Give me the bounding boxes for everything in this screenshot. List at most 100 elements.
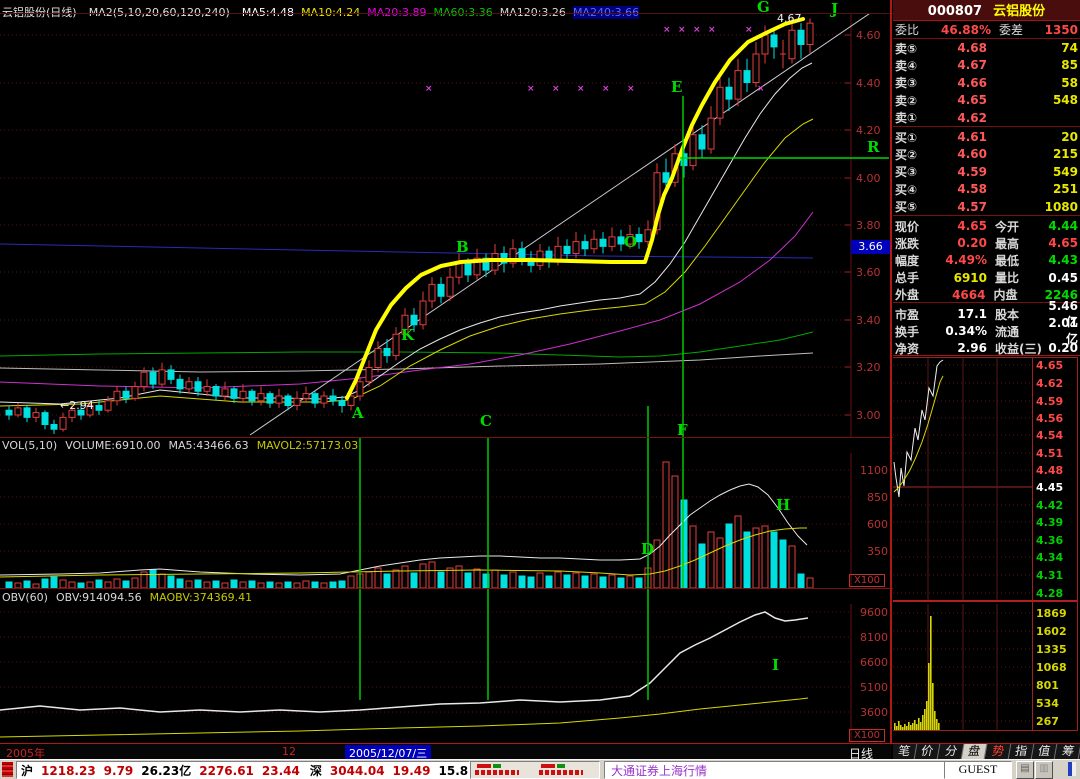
- stat-row: 现价4.65今开4.44: [895, 218, 1078, 234]
- volume-bar: [780, 540, 786, 588]
- price-axis-label: 4.00: [856, 172, 888, 185]
- border-line: [893, 20, 1080, 21]
- stat-value: 0.20: [929, 236, 987, 250]
- ask-row: 卖②4.65548: [895, 92, 1078, 108]
- bid-row: 买②4.60215: [895, 146, 1078, 162]
- stat-value: 2.96: [929, 341, 987, 355]
- panel-tab-指[interactable]: 指: [1009, 744, 1035, 759]
- panel-tab-分[interactable]: 分: [938, 744, 964, 759]
- candle-body: [798, 30, 804, 44]
- intraday-price-label: 4.45: [1036, 482, 1063, 493]
- volume-bar: [411, 573, 417, 588]
- quote-panel-title: 000807 云铝股份: [893, 0, 1080, 20]
- intraday-volume-bar: [924, 709, 926, 731]
- status-button-list[interactable]: ▥: [1035, 761, 1053, 779]
- volume-chart-canvas[interactable]: [0, 453, 893, 588]
- stat-label: 净资: [895, 340, 929, 357]
- volume-bar: [123, 581, 129, 588]
- stat-value: 4.65: [929, 219, 987, 233]
- mini-depth-box[interactable]: [470, 761, 600, 779]
- maobv-line: [0, 698, 808, 737]
- volume-bar: [699, 544, 705, 588]
- stat-label: 外盘: [895, 286, 928, 303]
- obv-axis-label: 3600: [854, 706, 888, 719]
- candle-body: [339, 401, 345, 406]
- candle-body: [321, 396, 327, 403]
- level-volume: 85: [987, 58, 1078, 72]
- price-axis-label: 3.60: [856, 266, 888, 279]
- broker-field: 大通证券上海行情: [604, 761, 948, 779]
- volume-bar: [429, 562, 435, 588]
- stat-value: 4664: [928, 288, 985, 302]
- border-line: [893, 730, 1078, 731]
- signal-x-mark: ×: [602, 85, 610, 94]
- volume-bar: [762, 526, 768, 588]
- depth-icon: [475, 770, 519, 775]
- candle-body: [555, 246, 561, 260]
- intraday-price-label: 4.31: [1036, 570, 1063, 581]
- volume-header-item: MAVOL2:57173.03: [257, 439, 359, 452]
- candle-body: [249, 391, 255, 401]
- candle-body: [564, 246, 570, 253]
- weibi-row: 委比 46.88% 委差 1350: [895, 21, 1078, 38]
- stat-label: 市盈: [895, 306, 929, 323]
- price-annotation: 4.67: [777, 13, 802, 24]
- marker-letter-O: O: [624, 235, 637, 250]
- volume-bar: [420, 564, 426, 588]
- weibi-label: 委比: [895, 21, 929, 38]
- stat-value: 0.20: [1047, 341, 1078, 355]
- volume-bar: [546, 576, 552, 588]
- depth-icon: [541, 764, 555, 768]
- panel-tab-价[interactable]: 价: [915, 744, 941, 759]
- level-price: 4.67: [929, 58, 987, 72]
- intraday-price-label: 4.62: [1036, 378, 1063, 389]
- level-volume: 1080: [987, 200, 1078, 214]
- panel-tab-盘[interactable]: 盘: [962, 744, 988, 759]
- candle-body: [456, 263, 462, 277]
- user-field: GUEST: [944, 761, 1012, 779]
- price-axis-label: 4.40: [856, 77, 888, 90]
- intraday-price-canvas[interactable]: [893, 357, 1032, 600]
- candle-body: [294, 398, 300, 405]
- obv-chart-canvas[interactable]: [0, 604, 893, 745]
- volume-bar: [438, 572, 444, 588]
- connection-icon[interactable]: [1068, 762, 1076, 776]
- stat-value: 4.43: [1047, 253, 1078, 267]
- kline-chart-canvas[interactable]: [0, 14, 893, 437]
- volume-bar: [627, 576, 633, 588]
- panel-tab-势[interactable]: 势: [985, 744, 1011, 759]
- signal-x-mark: ×: [527, 85, 535, 94]
- status-button-grid[interactable]: ▤: [1016, 761, 1034, 779]
- ma-line-MA20: [0, 212, 813, 388]
- candle-body: [447, 277, 453, 296]
- level-label: 买②: [895, 146, 929, 163]
- border-line: [0, 743, 1080, 744]
- intraday-volume-label: 534: [1036, 698, 1059, 709]
- signal-x-mark: ×: [552, 85, 560, 94]
- volume-bar: [573, 573, 579, 588]
- level-volume: 251: [987, 182, 1078, 196]
- candle-body: [762, 35, 768, 54]
- ma-line-MA120: [0, 353, 813, 372]
- border-line: [1077, 357, 1078, 731]
- intraday-volume-label: 801: [1036, 680, 1059, 691]
- candle-body: [708, 118, 714, 149]
- level-volume: 58: [987, 76, 1078, 90]
- bid-row: 买③4.59549: [895, 164, 1078, 180]
- panel-tab-笔[interactable]: 笔: [892, 744, 918, 759]
- panel-tab-值[interactable]: 值: [1032, 744, 1058, 759]
- volume-bar: [96, 580, 102, 588]
- volume-header-item: VOL(5,10): [2, 439, 57, 452]
- ask-row: 卖⑤4.6874: [895, 40, 1078, 56]
- weicha-value: 1350: [1039, 23, 1078, 37]
- panel-tab-筹[interactable]: 筹: [1055, 744, 1080, 759]
- volume-bar: [789, 546, 795, 588]
- candle-body: [411, 315, 417, 325]
- intraday-volume-canvas[interactable]: [893, 604, 1032, 731]
- candle-body: [222, 389, 228, 396]
- weibi-value: 46.88%: [929, 23, 991, 37]
- level-label: 卖①: [895, 109, 929, 126]
- volume-bar: [42, 579, 48, 588]
- candle-body: [51, 425, 57, 430]
- volume-bar: [618, 578, 624, 588]
